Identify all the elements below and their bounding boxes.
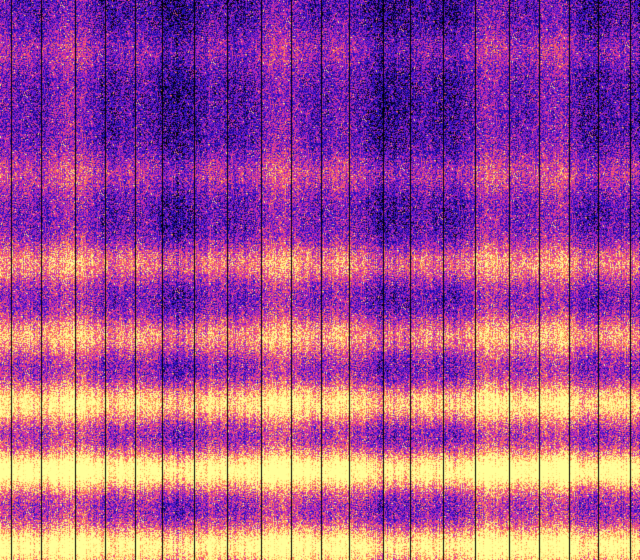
spectrogram-image: [0, 0, 640, 560]
